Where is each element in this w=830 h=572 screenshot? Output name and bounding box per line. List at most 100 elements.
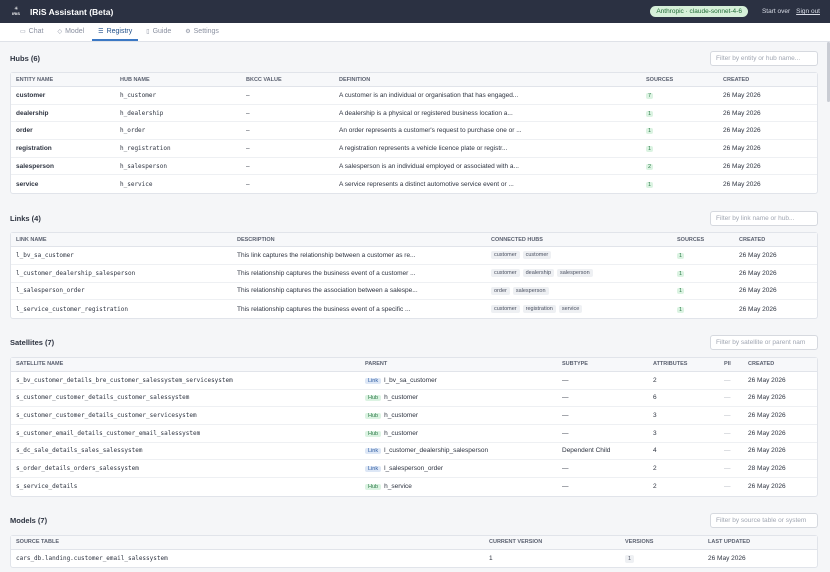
sources-cell: 1 <box>672 252 734 259</box>
table-row[interactable]: s_dc_sale_details_sales_salessystem Link… <box>11 443 817 461</box>
table-row[interactable]: l_service_customer_registration This rel… <box>11 300 817 318</box>
table-row[interactable]: salesperson h_salesperson – A salesperso… <box>11 158 817 176</box>
column-header[interactable]: Definition <box>334 77 641 83</box>
column-header[interactable]: Created <box>743 361 815 367</box>
sources-badge: 1 <box>677 288 685 295</box>
tab-settings[interactable]: ⚙ Settings <box>179 23 225 41</box>
pii-flag: — <box>724 483 731 491</box>
parent-cell: Link l_bv_sa_customer <box>360 377 557 384</box>
parent-type-badge: Link <box>365 377 382 384</box>
column-header[interactable]: Link Name <box>11 237 232 243</box>
column-header[interactable]: Satellite Name <box>11 361 360 367</box>
parent-type-badge: Hub <box>365 395 382 402</box>
column-header[interactable]: Created <box>734 237 814 243</box>
attribute-count: 2 <box>653 483 657 491</box>
connected-hubs: customer dealership salesperson <box>486 269 672 278</box>
column-header[interactable]: Subtype <box>557 361 648 367</box>
table-header-row: Entity Name Hub Name BKCC Value Definiti… <box>11 73 817 87</box>
entity-name: salesperson <box>16 162 54 170</box>
created-date: 28 May 2026 <box>748 465 786 473</box>
entity-name: registration <box>16 144 52 152</box>
column-header[interactable]: Connected Hubs <box>486 237 672 243</box>
hub-chip: customer <box>491 251 520 260</box>
models-title: Models (7) <box>10 516 48 526</box>
table-row[interactable]: s_bv_customer_details_bre_customer_sales… <box>11 372 817 390</box>
column-header[interactable]: Parent <box>360 361 557 367</box>
table-row[interactable]: l_salesperson_order This relationship ca… <box>11 283 817 301</box>
table-row[interactable]: s_service_details Hub h_service — 2 — 26 … <box>11 478 817 496</box>
column-header[interactable]: Attributes <box>648 361 719 367</box>
column-header[interactable]: Sources <box>641 77 718 83</box>
table-row[interactable]: dealership h_dealership – A dealership i… <box>11 105 817 123</box>
table-row[interactable]: registration h_registration – A registra… <box>11 140 817 158</box>
hub-name: h_order <box>120 127 146 135</box>
table-row[interactable]: s_customer_customer_details_customer_sal… <box>11 390 817 408</box>
hub-chip: customer <box>491 269 520 278</box>
tab-registry[interactable]: ☰ Registry <box>92 23 139 41</box>
bkcc-value: – <box>246 180 250 188</box>
parent-cell: Hub h_customer <box>360 412 557 420</box>
parent-type-badge: Hub <box>365 484 382 491</box>
table-row[interactable]: service h_service – A service represents… <box>11 175 817 193</box>
created-date: 26 May 2026 <box>748 394 786 402</box>
tab-model[interactable]: ◇ Model <box>51 23 90 41</box>
attribute-count: 3 <box>653 429 657 437</box>
description: This relationship captures the business … <box>237 305 411 313</box>
satellites-filter-input[interactable] <box>710 335 818 351</box>
table-row[interactable]: order h_order – An order represents a cu… <box>11 122 817 141</box>
column-header[interactable]: BKCC Value <box>241 77 334 83</box>
tab-guide[interactable]: ▯ Guide <box>140 23 177 41</box>
satellites-title: Satellites (7) <box>10 338 55 348</box>
subtype: Dependent Child <box>562 447 611 455</box>
source-table: cars_db.landing.customer_email_salessyst… <box>16 555 168 563</box>
parent-name: l_salesperson_order <box>384 465 443 473</box>
links-section-header: Links (4) <box>10 208 818 228</box>
hub-name: h_dealership <box>120 109 164 117</box>
column-header[interactable]: Description <box>232 237 486 243</box>
top-bar: ✳ IRiS IRiS Assistant (Beta) Anthropic ·… <box>0 0 830 23</box>
entity-name: order <box>16 127 33 135</box>
column-header[interactable]: Versions <box>620 539 703 545</box>
subtype: — <box>562 412 569 420</box>
links-filter-input[interactable] <box>710 210 818 226</box>
sources-cell: 1 <box>672 287 734 295</box>
column-header[interactable]: Source Table <box>11 539 484 545</box>
attribute-count: 2 <box>653 376 657 384</box>
settings-icon: ⚙ <box>185 28 191 35</box>
table-row[interactable]: cars_db.landing.customer_email_salessyst… <box>11 550 817 568</box>
start-over-button[interactable]: Start over <box>762 8 790 15</box>
table-row[interactable]: s_customer_email_details_customer_email_… <box>11 425 817 443</box>
column-header[interactable]: Created <box>718 77 798 83</box>
models-filter-input[interactable] <box>710 513 818 529</box>
hubs-filter-input[interactable] <box>710 50 818 66</box>
connected-hubs: customer registration service <box>486 305 672 314</box>
column-header[interactable]: Hub Name <box>115 77 241 83</box>
definition: A customer is an individual or organisat… <box>339 91 519 99</box>
table-row[interactable]: s_order_details_orders_salessystem Link l… <box>11 460 817 478</box>
column-header[interactable]: PII <box>719 361 743 367</box>
hub-chip: customer <box>491 305 520 314</box>
hub-name: h_customer <box>120 91 157 99</box>
table-row[interactable]: customer h_customer – A customer is an i… <box>11 87 817 105</box>
column-header[interactable]: Entity Name <box>11 77 115 83</box>
parent-cell: Link l_customer_dealership_salesperson <box>360 447 557 455</box>
sources-cell: 2 <box>641 163 718 170</box>
table-row[interactable]: l_customer_dealership_salesperson This r… <box>11 265 817 283</box>
current-version: 1 <box>489 555 493 563</box>
satellite-name: s_customer_customer_details_customer_sal… <box>16 394 190 402</box>
sources-cell: 7 <box>641 92 718 99</box>
sources-badge: 1 <box>677 306 685 313</box>
column-header[interactable]: Last Updated <box>703 539 813 545</box>
column-header[interactable]: Current Version <box>484 539 620 545</box>
tab-chat[interactable]: ▭ Chat <box>14 23 49 41</box>
links-table: Link Name Description Connected Hubs Sou… <box>10 232 818 319</box>
column-header[interactable]: Sources <box>672 237 734 243</box>
sign-out-link[interactable]: Sign out <box>796 8 820 15</box>
table-row[interactable]: l_bv_sa_customer This link captures the … <box>11 247 817 265</box>
hub-name: h_registration <box>120 144 171 152</box>
table-row[interactable]: s_customer_customer_details_customer_ser… <box>11 407 817 425</box>
subtype: — <box>562 483 569 491</box>
model-badge[interactable]: Anthropic · claude-sonnet-4-6 <box>650 6 748 17</box>
description: This relationship captures the associati… <box>237 287 418 295</box>
sources-badge: 1 <box>646 110 654 117</box>
